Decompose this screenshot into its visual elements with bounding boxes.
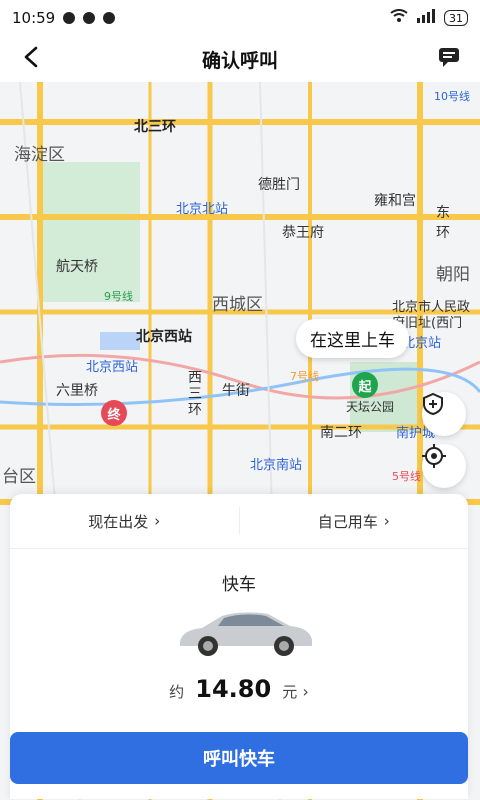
car-type-title: 快车 xyxy=(222,575,256,595)
price-unit: 元 xyxy=(282,683,298,701)
map-label: 海淀区 xyxy=(14,145,65,165)
map-label: 牛街 xyxy=(222,383,250,399)
chevron-right-icon: › xyxy=(154,512,161,530)
map-label: 天坛公园 xyxy=(346,400,395,414)
status-right: 31 xyxy=(390,9,468,27)
map-label: 航天桥 xyxy=(56,259,98,275)
page-title: 确认呼叫 xyxy=(201,49,278,72)
status-left: 10:59 xyxy=(12,9,116,27)
map-label: 北京南站 xyxy=(250,458,303,473)
map-label: 10号线 xyxy=(434,90,470,103)
price-value: 14.80 xyxy=(195,675,272,703)
map-label: 雍和宫 xyxy=(374,193,416,209)
map-label: 北京西站 xyxy=(86,360,139,375)
order-options: 现在出发 › 自己用车 › xyxy=(10,494,468,549)
message-button[interactable] xyxy=(434,44,464,74)
map-label: 恭王府 xyxy=(282,225,324,241)
map-label: 7号线 xyxy=(290,370,319,383)
start-pin[interactable]: 起 xyxy=(352,372,378,398)
passenger-option[interactable]: 自己用车 › xyxy=(240,511,469,532)
map-label: 朝阳 xyxy=(436,265,470,285)
price-row[interactable]: 约 14.80 元 › xyxy=(10,675,468,703)
map-label: 六里桥 xyxy=(56,383,98,399)
back-button[interactable] xyxy=(16,43,48,75)
map-label: 9号线 xyxy=(104,290,133,303)
status-icon xyxy=(63,12,76,24)
end-pin[interactable]: 终 xyxy=(101,400,127,426)
call-car-button[interactable]: 呼叫快车 xyxy=(10,732,468,784)
destination-label: 北京西站 xyxy=(136,329,192,345)
chevron-right-icon: › xyxy=(383,512,390,530)
pickup-bubble[interactable]: 在这里上车 xyxy=(296,319,409,358)
map-label: 北京北站 xyxy=(176,202,229,217)
map-label: 北三环 xyxy=(134,119,176,135)
map-label: 5号线 xyxy=(392,470,421,483)
order-sheet: 现在出发 › 自己用车 › 快车 约 14.80 元 › 呼叫快车 xyxy=(10,494,468,799)
status-bar: 10:59 31 xyxy=(0,0,480,36)
safety-button[interactable] xyxy=(422,392,466,436)
price-prefix: 约 xyxy=(169,683,185,701)
chevron-left-icon xyxy=(22,46,42,72)
map-label: 西城区 xyxy=(212,295,263,315)
message-icon xyxy=(437,46,461,72)
chevron-right-icon: › xyxy=(302,682,309,701)
locate-button[interactable] xyxy=(422,444,466,488)
map-label: 台区 xyxy=(2,467,36,487)
map-label: 德胜门 xyxy=(258,177,300,193)
car-image xyxy=(172,606,318,658)
battery-level: 31 xyxy=(449,11,463,25)
status-time: 10:59 xyxy=(12,9,56,27)
wifi-icon xyxy=(390,9,408,27)
header: 确认呼叫 xyxy=(0,36,480,82)
map-label: 东 环 xyxy=(436,205,450,241)
passenger-label: 自己用车 xyxy=(317,512,378,531)
map-label: 南二环 xyxy=(320,425,362,441)
battery-icon: 31 xyxy=(444,10,468,26)
status-icon xyxy=(83,12,96,24)
departure-time-option[interactable]: 现在出发 › xyxy=(10,511,239,532)
signal-icon xyxy=(416,9,436,27)
map-label: 西 三 环 xyxy=(188,370,202,418)
departure-time-label: 现在出发 xyxy=(88,512,149,531)
status-icon xyxy=(103,12,116,24)
